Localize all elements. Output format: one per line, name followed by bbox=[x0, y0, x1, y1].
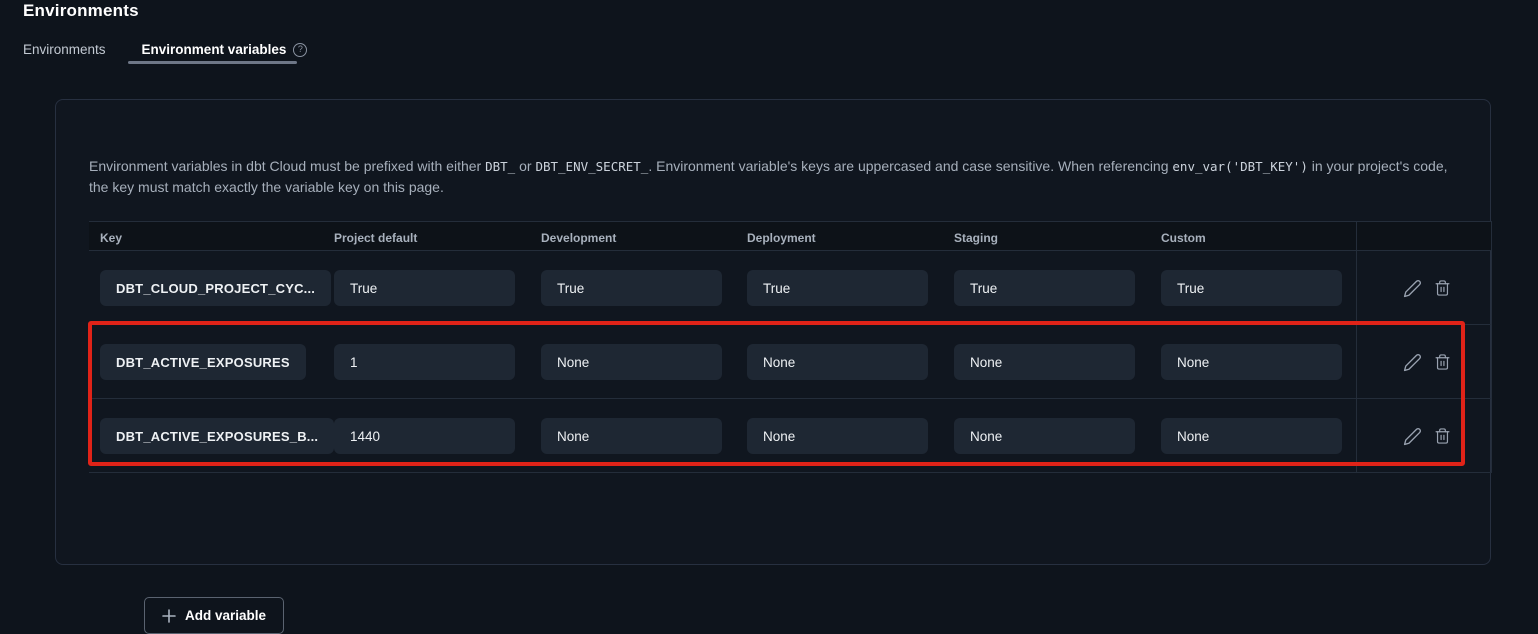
trash-icon bbox=[1434, 279, 1451, 297]
add-variable-button[interactable]: Add variable bbox=[144, 597, 284, 634]
pencil-icon bbox=[1403, 279, 1422, 298]
edit-variable-button[interactable] bbox=[1402, 352, 1422, 372]
variable-key: DBT_ACTIVE_EXPOSURES bbox=[116, 355, 290, 370]
description-text: Environment variables in dbt Cloud must … bbox=[89, 156, 1461, 198]
delete-variable-button[interactable] bbox=[1432, 278, 1452, 298]
variable-key-cell: DBT_ACTIVE_EXPOSURES bbox=[100, 344, 306, 380]
variable-value: None bbox=[763, 355, 795, 370]
variable-value-cell-project-default: 1440 bbox=[334, 418, 515, 454]
variable-value-cell-custom: None bbox=[1161, 418, 1342, 454]
table-row: DBT_ACTIVE_EXPOSURES_B... 1440 None None… bbox=[89, 399, 1492, 473]
tab-environments-label: Environments bbox=[23, 42, 106, 57]
variable-value: True bbox=[557, 281, 584, 296]
variable-value-cell-custom: None bbox=[1161, 344, 1342, 380]
edit-variable-button[interactable] bbox=[1402, 426, 1422, 446]
code-dbt-env-secret-prefix: DBT_ENV_SECRET_ bbox=[535, 159, 648, 174]
active-tab-underline bbox=[128, 61, 297, 64]
variable-value: True bbox=[350, 281, 377, 296]
tab-environments[interactable]: Environments bbox=[23, 42, 106, 57]
delete-variable-button[interactable] bbox=[1432, 352, 1452, 372]
variable-value-cell-project-default: 1 bbox=[334, 344, 515, 380]
variable-value-cell-development: None bbox=[541, 344, 722, 380]
plus-icon bbox=[162, 609, 176, 623]
variable-value-cell-deployment: None bbox=[747, 418, 928, 454]
environments-page: { "page": { "title": "Environments" }, "… bbox=[0, 0, 1538, 575]
column-header-project-default: Project default bbox=[334, 231, 417, 245]
variable-value-cell-staging: None bbox=[954, 344, 1135, 380]
variable-value-cell-deployment: None bbox=[747, 344, 928, 380]
trash-icon bbox=[1434, 353, 1451, 371]
tab-bar: Environments Environment variables ? bbox=[23, 42, 307, 57]
variable-key-cell: DBT_ACTIVE_EXPOSURES_B... bbox=[100, 418, 334, 454]
variable-value: None bbox=[557, 355, 589, 370]
column-header-deployment: Deployment bbox=[747, 231, 816, 245]
variable-value-cell-staging: True bbox=[954, 270, 1135, 306]
variable-value-cell-development: None bbox=[541, 418, 722, 454]
help-circle-icon[interactable]: ? bbox=[293, 43, 307, 57]
variable-value: None bbox=[557, 429, 589, 444]
code-dbt-prefix: DBT_ bbox=[485, 159, 515, 174]
pencil-icon bbox=[1403, 353, 1422, 372]
pencil-icon bbox=[1403, 427, 1422, 446]
trash-icon bbox=[1434, 427, 1451, 445]
column-header-development: Development bbox=[541, 231, 616, 245]
table-right-border bbox=[1491, 221, 1492, 473]
tab-environment-variables-label: Environment variables bbox=[142, 42, 287, 57]
column-header-key: Key bbox=[100, 231, 122, 245]
edit-variable-button[interactable] bbox=[1402, 278, 1422, 298]
variable-key-cell: DBT_CLOUD_PROJECT_CYC... bbox=[100, 270, 331, 306]
variable-value: 1440 bbox=[350, 429, 380, 444]
variable-value-cell-deployment: True bbox=[747, 270, 928, 306]
column-header-staging: Staging bbox=[954, 231, 998, 245]
variable-key: DBT_CLOUD_PROJECT_CYC... bbox=[116, 281, 315, 296]
variable-value: True bbox=[970, 281, 997, 296]
actions-column-divider bbox=[1356, 221, 1357, 473]
add-variable-label: Add variable bbox=[185, 608, 266, 623]
variable-value: None bbox=[970, 429, 1002, 444]
variable-value-cell-custom: True bbox=[1161, 270, 1342, 306]
variable-value-cell-project-default: True bbox=[334, 270, 515, 306]
page-title: Environments bbox=[23, 1, 139, 21]
variable-value: True bbox=[763, 281, 790, 296]
table-row: DBT_CLOUD_PROJECT_CYC... True True True … bbox=[89, 251, 1492, 325]
column-header-custom: Custom bbox=[1161, 231, 1206, 245]
variable-key: DBT_ACTIVE_EXPOSURES_B... bbox=[116, 429, 318, 444]
description-segment: Environment variables in dbt Cloud must … bbox=[89, 158, 485, 174]
tab-environment-variables[interactable]: Environment variables ? bbox=[142, 42, 308, 57]
variable-value: None bbox=[763, 429, 795, 444]
table-header-row: Key Project default Development Deployme… bbox=[89, 221, 1492, 251]
description-segment: . Environment variable's keys are upperc… bbox=[648, 158, 1172, 174]
variable-value-cell-staging: None bbox=[954, 418, 1135, 454]
variable-value-cell-development: True bbox=[541, 270, 722, 306]
variable-value: 1 bbox=[350, 355, 358, 370]
variable-value: True bbox=[1177, 281, 1204, 296]
environment-variables-panel: Environment variables in dbt Cloud must … bbox=[55, 99, 1491, 565]
variable-value: None bbox=[1177, 429, 1209, 444]
table-row: DBT_ACTIVE_EXPOSURES 1 None None None No… bbox=[89, 325, 1492, 399]
variable-value: None bbox=[970, 355, 1002, 370]
variables-table: Key Project default Development Deployme… bbox=[89, 221, 1492, 473]
description-segment: or bbox=[515, 158, 535, 174]
delete-variable-button[interactable] bbox=[1432, 426, 1452, 446]
code-env-var: env_var('DBT_KEY') bbox=[1172, 159, 1307, 174]
variable-value: None bbox=[1177, 355, 1209, 370]
